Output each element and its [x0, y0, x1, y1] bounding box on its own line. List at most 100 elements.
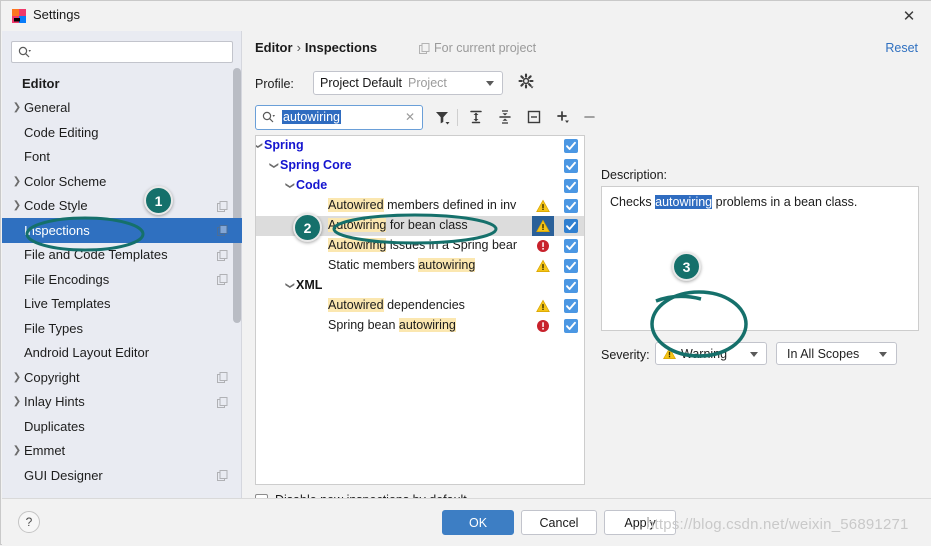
sidebar-item-live-templates[interactable]: ❯Live Templates: [2, 292, 242, 317]
expand-all-icon[interactable]: [467, 108, 485, 126]
warning-triangle-icon: [536, 219, 550, 233]
warning-triangle-icon: [536, 219, 550, 232]
chevron-right-icon[interactable]: ❯: [10, 445, 24, 456]
chevron-right-icon[interactable]: ❯: [10, 102, 24, 113]
inspection-enabled-checkbox[interactable]: [564, 239, 578, 253]
sidebar-item-label: Code Editing: [24, 124, 99, 140]
warning-triangle-icon: [536, 259, 550, 272]
chevron-right-icon[interactable]: ❯: [10, 200, 24, 211]
sidebar-search-input[interactable]: [11, 41, 233, 63]
sidebar-item-code-editing[interactable]: ❯Code Editing: [2, 120, 242, 145]
sidebar-item-android-layout-editor[interactable]: ❯Android Layout Editor: [2, 341, 242, 366]
inspection-label: Autowiring for bean class: [328, 218, 468, 232]
sidebar-item-label: Emmet: [24, 443, 66, 459]
inspection-row[interactable]: ❯ Spring Core: [256, 156, 584, 176]
sidebar-item-inlay-hints[interactable]: ❯ Inlay Hints: [2, 390, 242, 415]
sidebar-item-duplicates[interactable]: ❯Duplicates: [2, 414, 242, 439]
inspection-enabled-checkbox[interactable]: [564, 319, 578, 333]
chevron-right-icon[interactable]: ❯: [10, 176, 24, 187]
sidebar-item-color-scheme[interactable]: ❯ Color Scheme: [2, 169, 242, 194]
sidebar-item-label: General: [24, 100, 71, 116]
add-icon[interactable]: [554, 108, 572, 126]
settings-sidebar: Editor ❯General❯Code Editing❯Font❯Color …: [2, 31, 242, 498]
scope-select[interactable]: In All Scopes: [776, 342, 897, 365]
help-button[interactable]: ?: [18, 511, 40, 533]
annotation-badge-2: 2: [293, 213, 322, 242]
chevron-down-icon[interactable]: ❯: [285, 180, 296, 192]
error-circle-icon: [537, 320, 549, 332]
breadcrumb-separator: ›: [296, 40, 301, 55]
sidebar-item-label: File and Code Templates: [24, 247, 168, 263]
inspection-enabled-checkbox[interactable]: [564, 139, 578, 153]
breadcrumb-root[interactable]: Editor: [255, 40, 293, 55]
sidebar-item-emmet[interactable]: ❯ Emmet: [2, 439, 242, 464]
inspection-row[interactable]: ❯Spring: [256, 136, 584, 156]
sidebar-item-copyright[interactable]: ❯ Copyright: [2, 365, 242, 390]
chevron-down-icon[interactable]: ❯: [285, 280, 296, 292]
sidebar-item-gui-designer[interactable]: ❯GUI Designer: [2, 463, 242, 488]
chevron-right-icon[interactable]: ❯: [10, 372, 24, 383]
inspection-enabled-checkbox[interactable]: [564, 219, 578, 233]
inspection-enabled-checkbox[interactable]: [564, 199, 578, 213]
cancel-button[interactable]: Cancel: [521, 510, 597, 535]
inspection-row[interactable]: ❯ Code: [256, 176, 584, 196]
inspection-row[interactable]: Spring bean autowiring: [256, 316, 584, 336]
warning-triangle-icon: [536, 299, 550, 312]
scope-value: In All Scopes: [787, 346, 860, 361]
clear-icon[interactable]: ✕: [405, 110, 415, 124]
error-circle-icon: [536, 319, 550, 333]
inspection-enabled-checkbox[interactable]: [564, 259, 578, 273]
inspection-search-input[interactable]: autowiring ✕: [255, 105, 423, 130]
sidebar-item-file-encodings[interactable]: ❯File Encodings: [2, 267, 242, 292]
copy-icon: [217, 249, 228, 261]
sidebar-item-inspections[interactable]: ❯Inspections: [2, 218, 242, 243]
sidebar-item-general[interactable]: ❯ General: [2, 96, 242, 121]
inspection-row[interactable]: Autowired dependencies: [256, 296, 584, 316]
sidebar-item-file-types[interactable]: ❯File Types: [2, 316, 242, 341]
ok-button[interactable]: OK: [442, 510, 514, 535]
inspection-filter-bar: autowiring ✕: [255, 105, 919, 131]
inspection-row[interactable]: Static members autowiring: [256, 256, 584, 276]
profile-label: Profile:: [255, 77, 294, 91]
sidebar-item-label: Code Style: [24, 198, 88, 214]
sidebar-item-label: Color Scheme: [24, 173, 107, 189]
sidebar-item-code-style[interactable]: ❯ Code Style: [2, 194, 242, 219]
sidebar-section-editor: Editor: [2, 71, 242, 96]
description-text-panel: Checks autowiring problems in a bean cla…: [601, 186, 919, 331]
error-circle-icon: [537, 240, 549, 252]
inspections-tree-panel[interactable]: ❯Spring❯Spring Core❯CodeAutowired member…: [255, 135, 585, 485]
sidebar-item-label: Inspections: [24, 222, 90, 238]
description-label: Description:: [601, 168, 667, 182]
close-icon[interactable]: ✕: [886, 1, 931, 31]
profile-select[interactable]: Project Default Project: [313, 71, 503, 95]
filter-icon[interactable]: [433, 108, 451, 126]
sidebar-item-font[interactable]: ❯Font: [2, 145, 242, 170]
inspection-label: Autowired members defined in inv: [328, 198, 517, 212]
inspection-row[interactable]: ❯ XML: [256, 276, 584, 296]
copy-icon: [217, 225, 228, 236]
description-before: Checks: [610, 195, 656, 209]
chevron-right-icon[interactable]: ❯: [10, 396, 24, 407]
inspection-enabled-checkbox[interactable]: [564, 159, 578, 173]
profile-modifier: Project: [407, 76, 447, 90]
sidebar-item-label: Copyright: [24, 369, 80, 385]
for-current-project-text: For current project: [434, 41, 537, 55]
sidebar-item-label: Inlay Hints: [24, 394, 85, 410]
gear-icon[interactable]: [518, 73, 535, 90]
chevron-down-icon[interactable]: ❯: [256, 140, 264, 152]
inspection-enabled-checkbox[interactable]: [564, 279, 578, 293]
severity-select[interactable]: Warning: [655, 342, 767, 365]
inspection-enabled-checkbox[interactable]: [564, 299, 578, 313]
sidebar-item-label: File Encodings: [24, 271, 110, 287]
group-by-icon[interactable]: [525, 108, 543, 126]
collapse-all-icon[interactable]: [496, 108, 514, 126]
inspection-label: Static members autowiring: [328, 258, 476, 272]
sidebar-item-label: Android Layout Editor: [24, 345, 150, 361]
reset-link[interactable]: Reset: [885, 41, 918, 55]
remove-icon[interactable]: [581, 108, 599, 126]
sidebar-item-label: GUI Designer: [24, 467, 103, 483]
sidebar-item-file-and-code-templates[interactable]: ❯File and Code Templates: [2, 243, 242, 268]
inspection-enabled-checkbox[interactable]: [564, 179, 578, 193]
chevron-down-icon[interactable]: ❯: [269, 160, 280, 172]
inspection-label: Spring: [264, 138, 304, 152]
